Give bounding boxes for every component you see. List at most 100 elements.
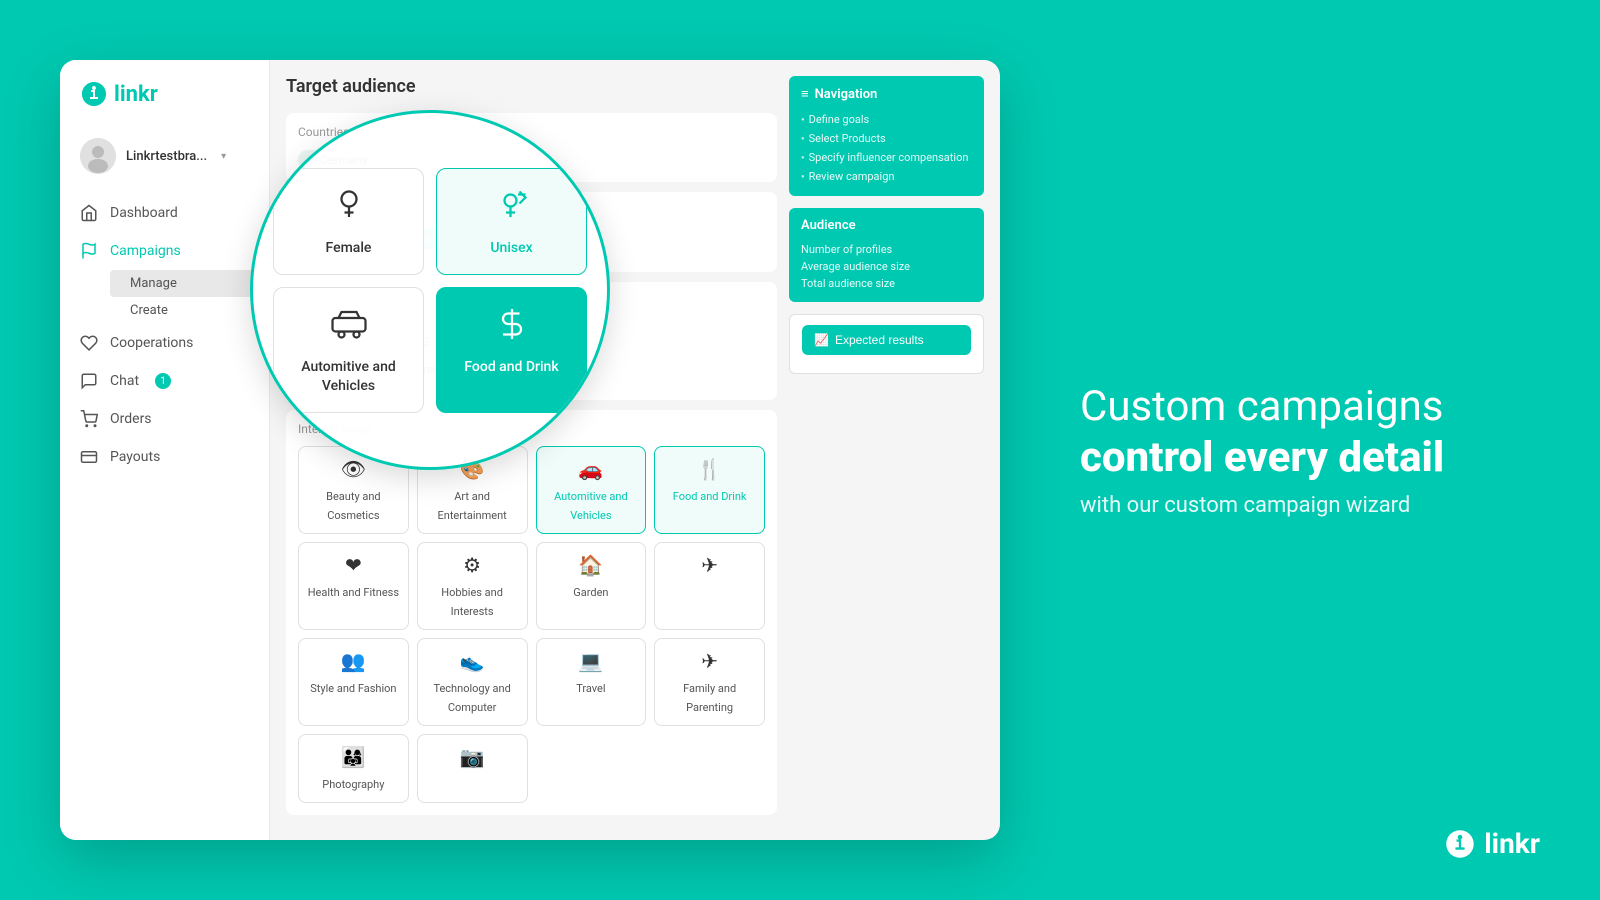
interest-grid: 👁 Beauty and Cosmetics 🎨 Art and Enterta… xyxy=(298,446,765,803)
magnified-automotive-icon xyxy=(286,306,411,350)
promo-line1: Custom campaigns xyxy=(1080,382,1443,431)
interest-health[interactable]: ❤ Health and Fitness xyxy=(298,542,409,630)
sidebar-item-campaigns[interactable]: Campaigns xyxy=(60,232,269,270)
art-label: Art and Entertainment xyxy=(438,490,507,522)
health-label: Health and Fitness xyxy=(308,586,399,599)
promo-line3: with our custom campaign wizard xyxy=(1080,493,1540,518)
automotive-label: Automitive and Vehicles xyxy=(554,490,628,522)
travel-area-icon: ✈ xyxy=(661,553,758,577)
nav-panel-title: ≡ Navigation xyxy=(801,86,972,102)
hobbies-label: Hobbies and Interests xyxy=(441,586,503,618)
promo-line2: control every detail xyxy=(1080,433,1540,483)
nav-icon: ≡ xyxy=(801,86,809,102)
sidebar-sub-manage[interactable]: Manage xyxy=(110,270,269,297)
magnified-unisex-label: Unisex xyxy=(490,240,532,256)
promo-logo: linkr xyxy=(1444,827,1540,860)
flag-icon xyxy=(80,242,98,260)
interest-section: Interest areas 👁 Beauty and Cosmetics 🎨 … xyxy=(286,410,777,815)
interest-tech[interactable]: 💻 Travel xyxy=(536,638,647,726)
magnified-female[interactable]: Female xyxy=(273,168,424,275)
page-title: Target audience xyxy=(286,76,777,97)
nav-item-review[interactable]: Review campaign xyxy=(801,167,972,186)
sidebar-sub-campaigns: Manage Create xyxy=(60,270,269,324)
promo-logo-text: linkr xyxy=(1484,827,1540,860)
interest-garden[interactable]: 🏠 Garden xyxy=(536,542,647,630)
magnified-female-label: Female xyxy=(326,240,372,256)
nav-item-goals[interactable]: Define goals xyxy=(801,110,972,129)
expected-results-button[interactable]: 📈 Expected results xyxy=(802,325,971,355)
sports-icon: 👥 xyxy=(305,649,402,673)
tech-label: Travel xyxy=(576,682,605,695)
avatar xyxy=(80,138,116,174)
chat-badge: 1 xyxy=(155,373,171,389)
food-label: Food and Drink xyxy=(673,490,747,503)
magnified-food[interactable]: Food and Drink xyxy=(436,287,587,413)
sidebar-item-orders[interactable]: Orders xyxy=(60,400,269,438)
nav-item-products[interactable]: Select Products xyxy=(801,129,972,148)
interest-hobbies[interactable]: ⚙ Hobbies and Interests xyxy=(417,542,528,630)
navigation-panel: ≡ Navigation Define goals Select Product… xyxy=(789,76,984,196)
audience-stat-total: Total audience size xyxy=(801,275,972,292)
interest-travel-area[interactable]: ✈ xyxy=(654,542,765,630)
magnified-unisex-icon xyxy=(449,187,574,231)
right-sidebar: ≡ Navigation Define goals Select Product… xyxy=(789,76,984,824)
sidebar-sub-create[interactable]: Create xyxy=(110,297,269,324)
interest-food[interactable]: 🍴 Food and Drink xyxy=(654,446,765,534)
magnified-food-label: Food and Drink xyxy=(464,359,558,375)
magnified-female-icon xyxy=(286,187,411,231)
interest-style[interactable]: 👟 Technology and Computer xyxy=(417,638,528,726)
beauty-label: Beauty and Cosmetics xyxy=(326,490,381,522)
sidebar-label-chat: Chat xyxy=(110,373,139,389)
interest-photography[interactable]: 📷 xyxy=(417,734,528,803)
sidebar-item-cooperations[interactable]: Cooperations xyxy=(60,324,269,362)
heart-icon xyxy=(80,334,98,352)
garden-label: Garden xyxy=(573,586,608,599)
family-icon: 👨‍👩‍👧 xyxy=(305,745,402,769)
sidebar-item-payouts[interactable]: Payouts xyxy=(60,438,269,476)
audience-panel-title: Audience xyxy=(801,218,972,233)
garden-icon: 🏠 xyxy=(543,553,640,577)
sidebar-label-orders: Orders xyxy=(110,411,152,427)
home-icon xyxy=(80,204,98,222)
sidebar-label-payouts: Payouts xyxy=(110,449,160,465)
chat-icon xyxy=(80,372,98,390)
cart-icon xyxy=(80,410,98,428)
audience-stat-profiles: Number of profiles xyxy=(801,241,972,258)
magnified-food-icon xyxy=(449,306,574,350)
sidebar-item-chat[interactable]: Chat 1 xyxy=(60,362,269,400)
style-label: Technology and Computer xyxy=(433,682,510,714)
photo-icon: 📷 xyxy=(424,745,521,769)
sidebar-item-dashboard[interactable]: Dashboard xyxy=(60,194,269,232)
magnified-automotive-label: Automitive and Vehicles xyxy=(301,359,396,394)
sidebar: linkr Linkrtestbra... ▾ xyxy=(60,60,270,840)
style-icon: 👟 xyxy=(424,649,521,673)
sidebar-logo: linkr xyxy=(60,80,269,128)
audience-stat-avg: Average audience size xyxy=(801,258,972,275)
interest-family[interactable]: 👨‍👩‍👧 Photography xyxy=(298,734,409,803)
interest-travel[interactable]: ✈ Family and Parenting xyxy=(654,638,765,726)
sidebar-username: Linkrtestbra... xyxy=(126,149,207,164)
tech-icon: 💻 xyxy=(543,649,640,673)
hobbies-icon: ⚙ xyxy=(424,553,521,577)
logo-text: linkr xyxy=(114,82,158,107)
magnified-unisex[interactable]: Unisex xyxy=(436,168,587,275)
travel-label: Family and Parenting xyxy=(683,682,736,714)
magnified-grid: Female Unisex xyxy=(253,148,607,433)
interest-sports[interactable]: 👥 Style and Fashion xyxy=(298,638,409,726)
magnifier-overlay: Female Unisex xyxy=(250,110,610,470)
sidebar-user[interactable]: Linkrtestbra... ▾ xyxy=(60,128,269,184)
money-icon xyxy=(80,448,98,466)
sidebar-nav: Dashboard Campaigns Manage xyxy=(60,194,269,820)
sidebar-label-cooperations: Cooperations xyxy=(110,335,193,351)
app-window: linkr Linkrtestbra... ▾ xyxy=(60,60,1000,840)
automotive-icon: 🚗 xyxy=(543,457,640,481)
family-label: Photography xyxy=(322,778,384,791)
chart-icon: 📈 xyxy=(814,333,829,347)
food-icon: 🍴 xyxy=(661,457,758,481)
interest-automotive[interactable]: 🚗 Automitive and Vehicles xyxy=(536,446,647,534)
plane-icon: ✈ xyxy=(661,649,758,673)
nav-item-compensation[interactable]: Specify influencer compensation xyxy=(801,148,972,167)
sports-label: Style and Fashion xyxy=(310,682,396,695)
sidebar-label-campaigns: Campaigns xyxy=(110,243,181,259)
magnified-automotive[interactable]: Automitive and Vehicles xyxy=(273,287,424,413)
